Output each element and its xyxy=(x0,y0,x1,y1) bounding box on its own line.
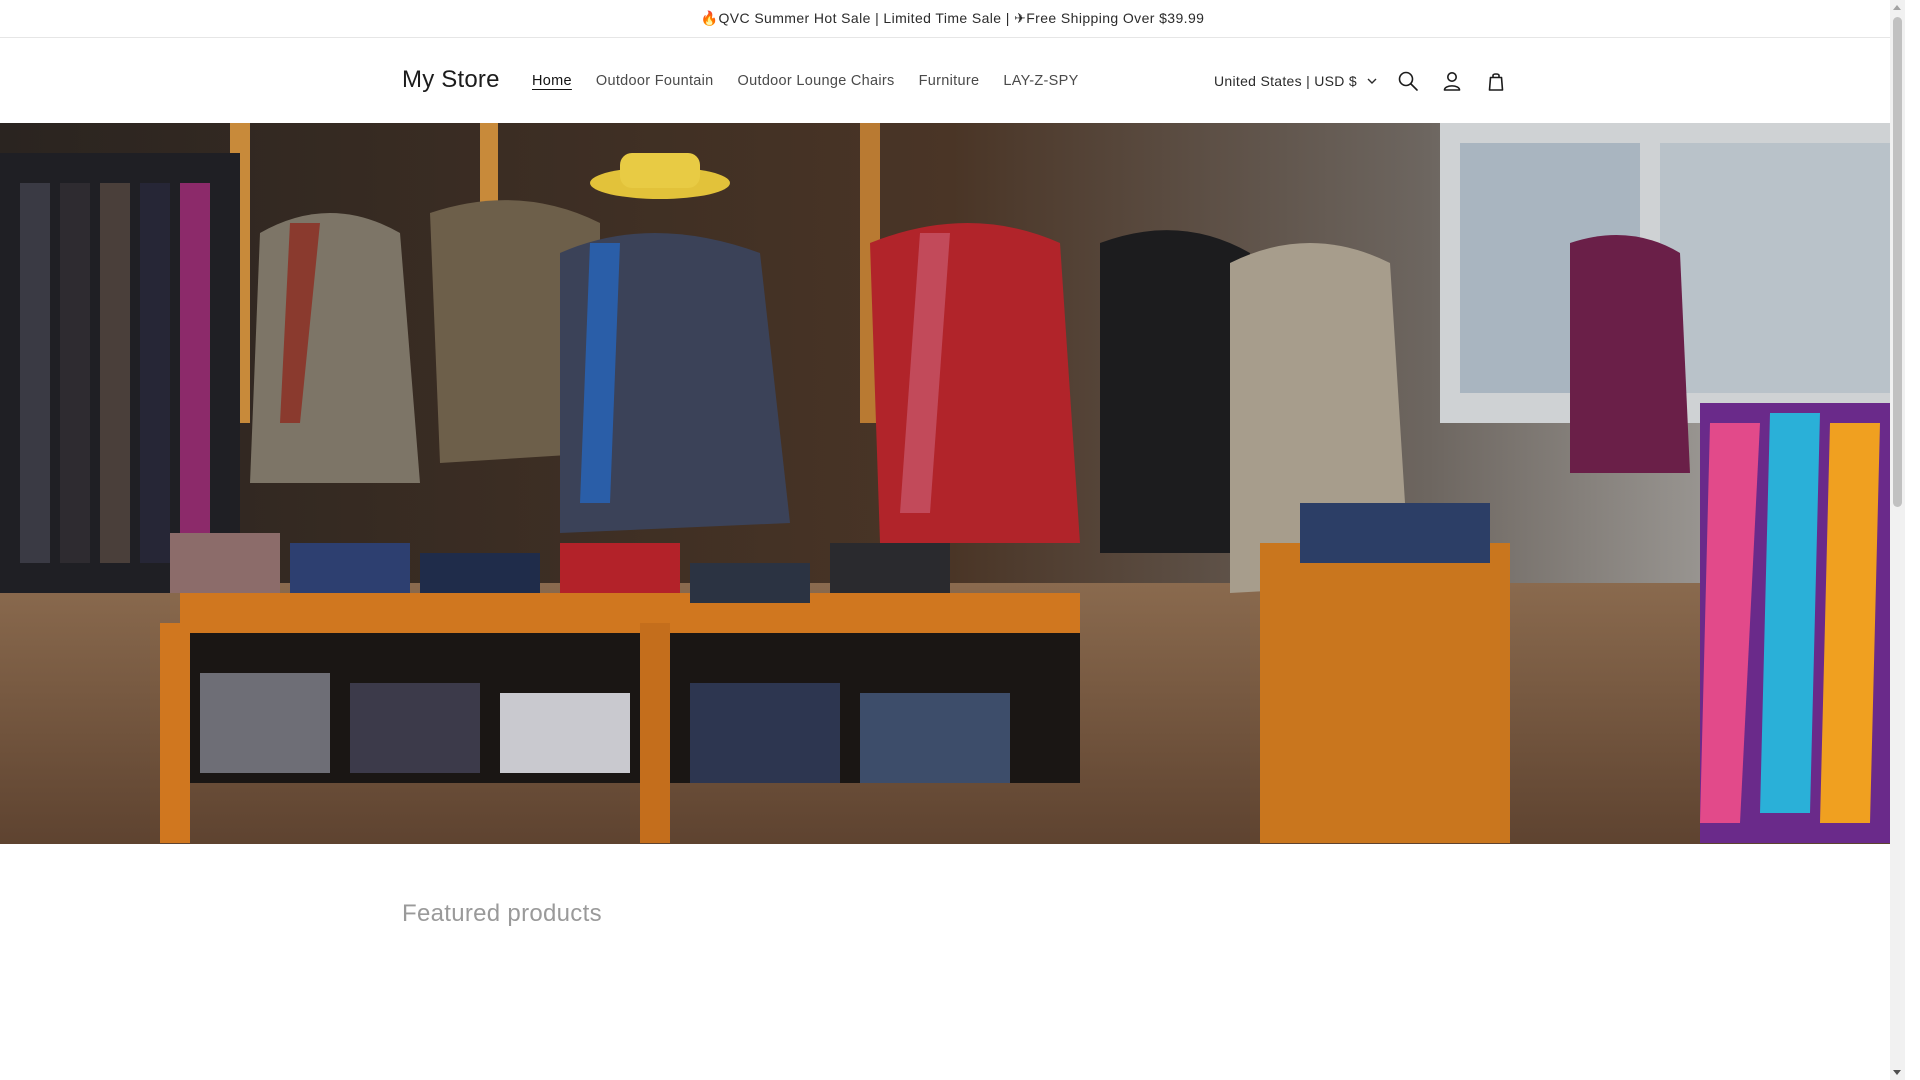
nav-item-furniture[interactable]: Furniture xyxy=(907,65,992,97)
cart-icon xyxy=(1488,72,1504,91)
country-currency-label: United States | USD $ xyxy=(1214,72,1357,89)
header-actions: United States | USD $ xyxy=(1206,38,1518,123)
announcement-text: 🔥QVC Summer Hot Sale | Limited Time Sale… xyxy=(700,10,1205,26)
nav-item-outdoor-lounge-chairs[interactable]: Outdoor Lounge Chairs xyxy=(726,65,907,97)
search-icon xyxy=(1398,71,1418,91)
cart-button[interactable] xyxy=(1474,59,1518,103)
scrollbar-thumb[interactable] xyxy=(1893,17,1902,507)
search-button[interactable] xyxy=(1386,59,1430,103)
nav-item-outdoor-fountain[interactable]: Outdoor Fountain xyxy=(584,65,726,97)
store-logo[interactable]: My Store xyxy=(402,66,500,94)
nav-item-lay-z-spy[interactable]: LAY-Z-SPY xyxy=(991,65,1090,97)
main-nav: Home Outdoor Fountain Outdoor Lounge Cha… xyxy=(520,38,1091,123)
country-currency-selector[interactable]: United States | USD $ xyxy=(1206,67,1386,95)
scroll-up-arrow-icon[interactable] xyxy=(1893,5,1901,10)
scroll-down-arrow-icon[interactable] xyxy=(1893,1070,1901,1075)
featured-products-heading: Featured products xyxy=(402,900,602,927)
hero-banner-image xyxy=(0,123,1905,844)
page-scrollbar[interactable] xyxy=(1890,0,1905,1080)
chevron-down-icon xyxy=(1367,78,1377,84)
site-header: My Store Home Outdoor Fountain Outdoor L… xyxy=(0,38,1905,123)
account-icon xyxy=(1443,71,1461,91)
page: 🔥QVC Summer Hot Sale | Limited Time Sale… xyxy=(0,0,1905,1080)
account-button[interactable] xyxy=(1430,59,1474,103)
announcement-bar: 🔥QVC Summer Hot Sale | Limited Time Sale… xyxy=(0,0,1905,38)
store-interior-illustration xyxy=(0,123,1905,844)
nav-item-home[interactable]: Home xyxy=(520,65,584,97)
